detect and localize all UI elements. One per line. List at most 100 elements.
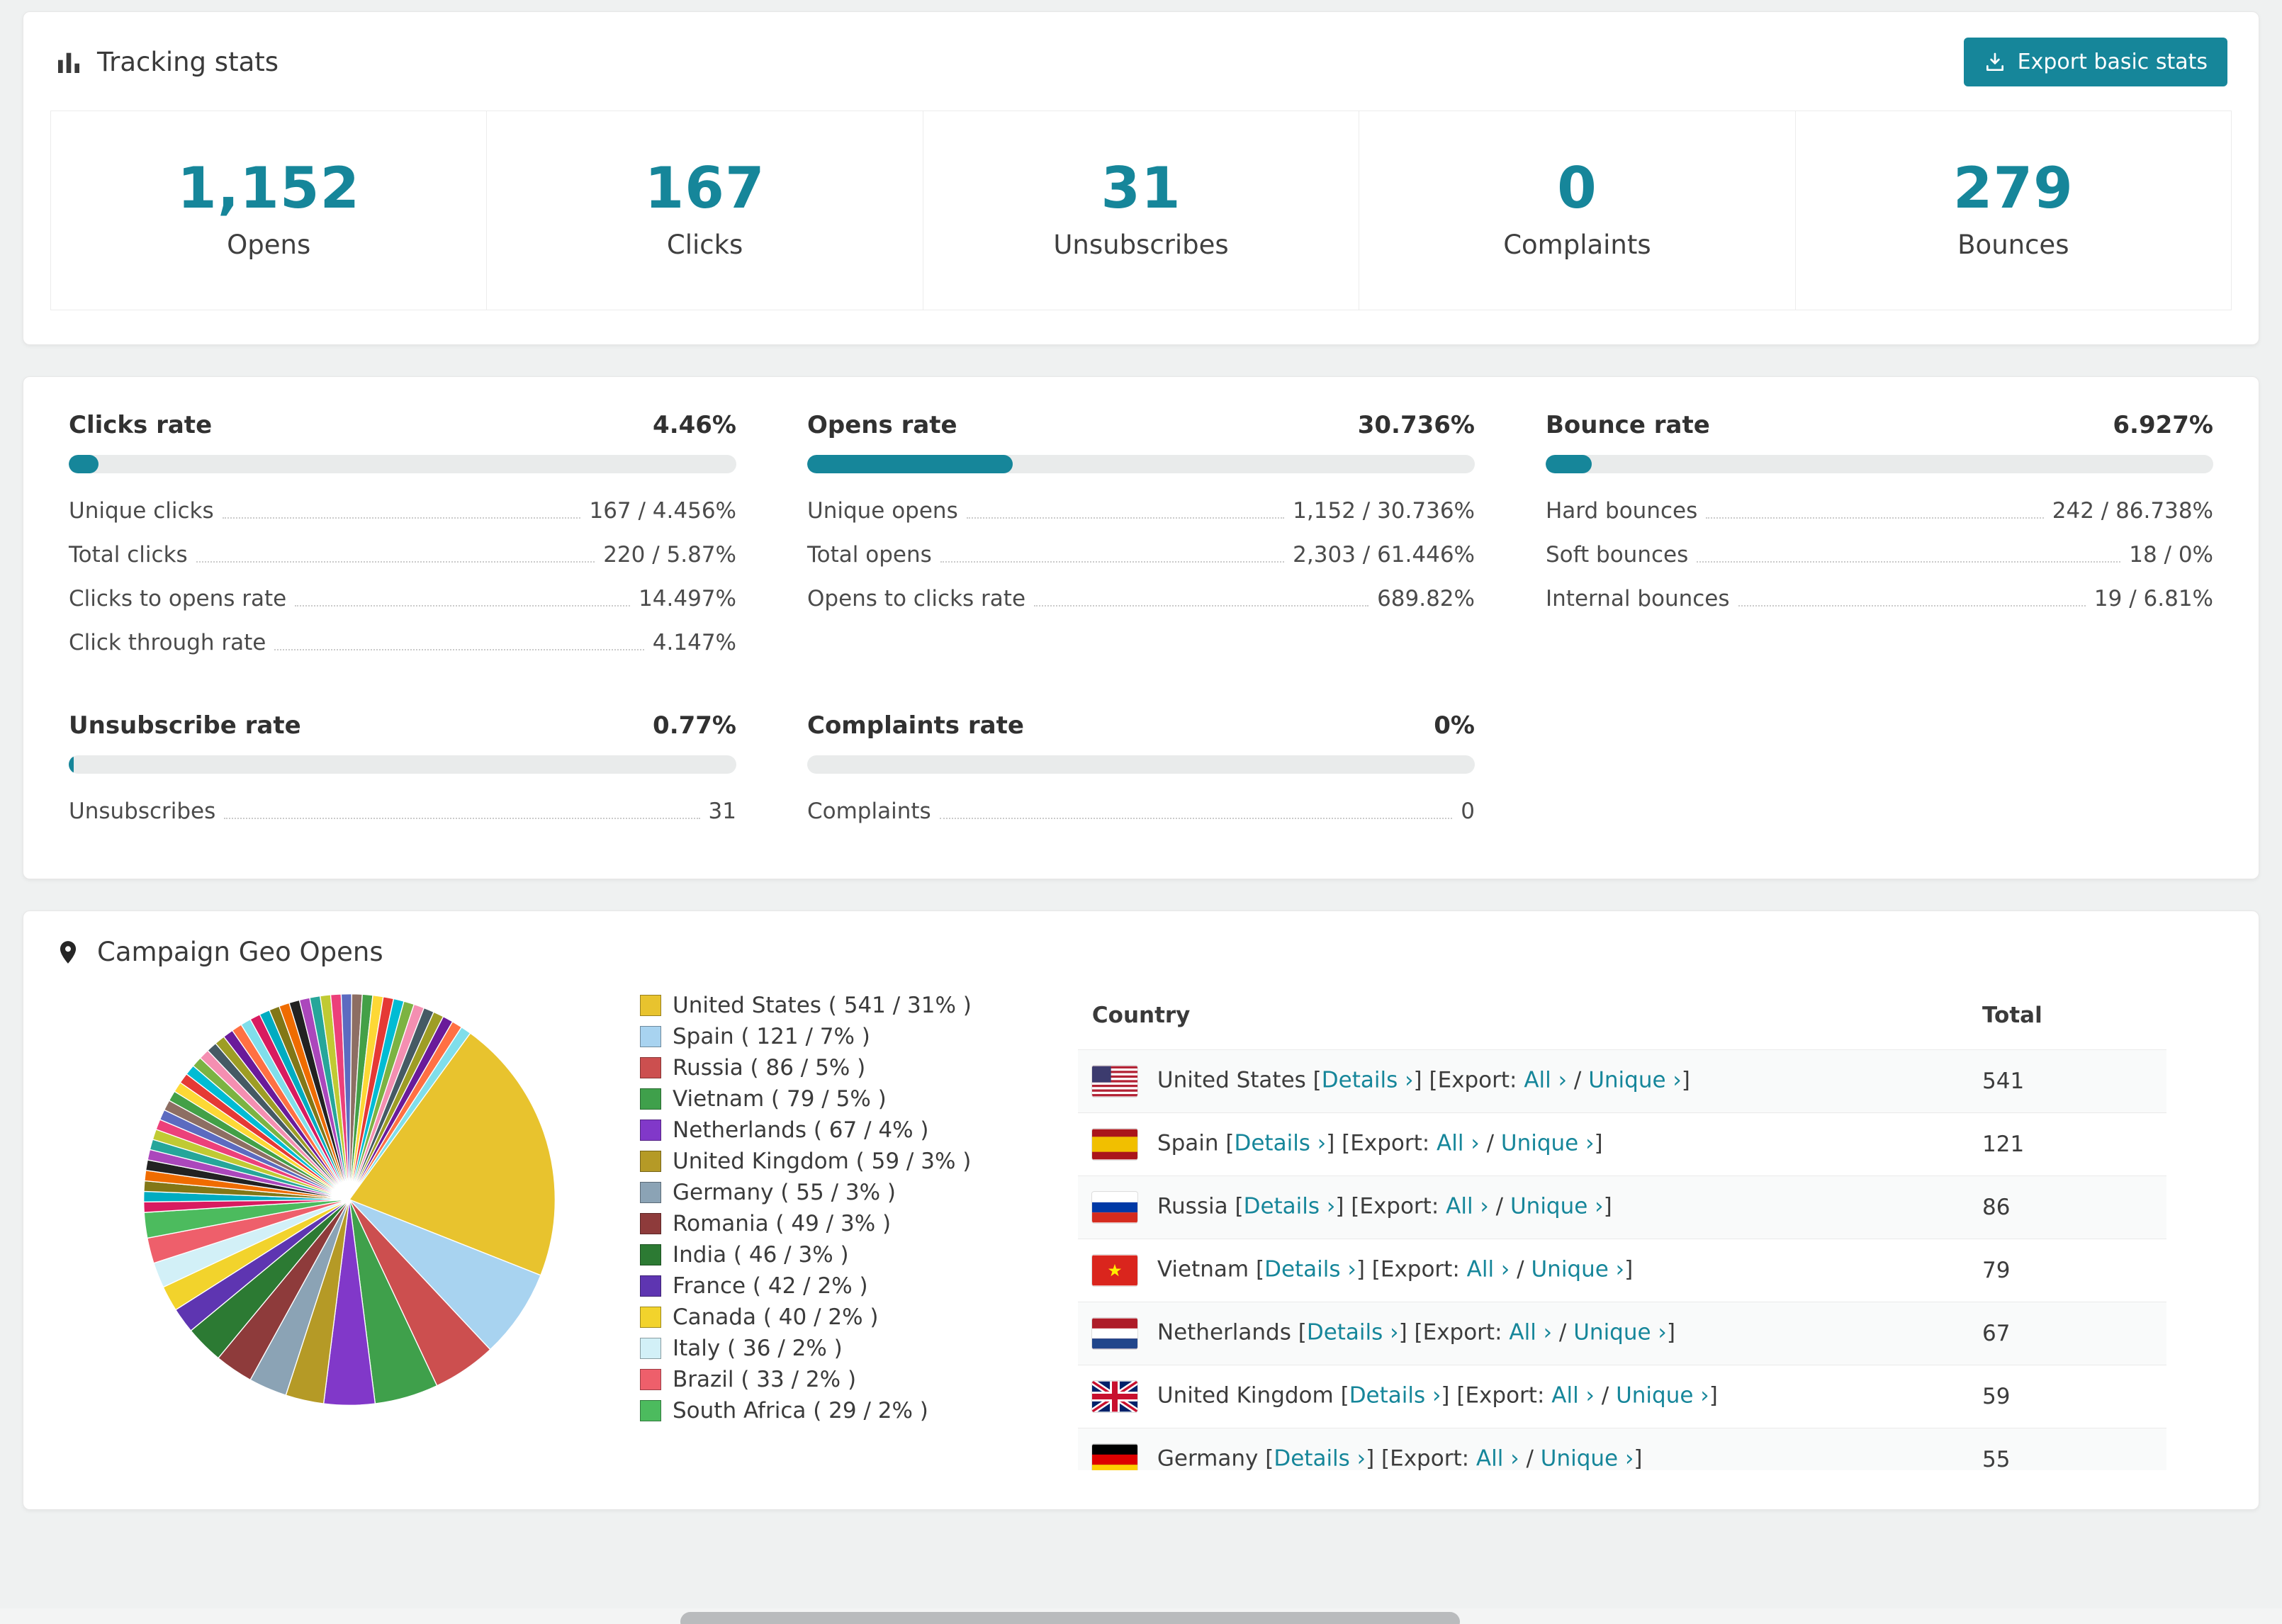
export-icon [1984,51,2006,74]
progress-bar [807,455,1475,473]
legend-item-france[interactable]: France ( 42 / 2% ) [640,1270,972,1302]
export-all-link[interactable]: All › [1509,1320,1552,1346]
rate-row: Complaints 0 [807,789,1475,833]
legend-item-romania[interactable]: Romania ( 49 / 3% ) [640,1208,972,1239]
rate-row-label: Clicks to opens rate [69,586,287,611]
total-cell: 55 [1968,1428,2166,1470]
legend-item-south-africa[interactable]: South Africa ( 29 / 2% ) [640,1395,972,1426]
horizontal-scrollbar-thumb[interactable] [680,1612,1460,1624]
stat-complaints: 0 Complaints [1359,111,1796,310]
details-link[interactable]: Details › [1349,1383,1441,1409]
legend-swatch [640,1026,661,1047]
bracket: [ [1255,1256,1265,1282]
export-unique-link[interactable]: Unique › [1510,1194,1604,1219]
stat-value: 0 [1557,155,1597,221]
rate-row-value: 18 / 0% [2129,542,2213,568]
flag-ru-icon [1091,1192,1137,1223]
details-link[interactable]: Details › [1264,1257,1356,1282]
export-unique-link[interactable]: Unique › [1616,1383,1709,1409]
flag-de-icon [1091,1444,1137,1470]
geo-table-row: Vietnam [Details ›] [Export: All › / Uni… [1077,1239,2166,1302]
export-label: Export: [1422,1319,1510,1346]
separator: / [1488,1193,1510,1219]
bracket: [ [1298,1319,1307,1346]
rate-row-label: Hard bounces [1546,498,1698,524]
export-all-link[interactable]: All › [1446,1194,1489,1219]
geo-table-row: Germany [Details ›] [Export: All › / Uni… [1077,1428,2166,1471]
rate-value: 0.77% [653,711,736,740]
horizontal-scrollbar[interactable] [0,1608,2282,1624]
legend-item-spain[interactable]: Spain ( 121 / 7% ) [640,1021,972,1052]
legend-item-india[interactable]: India ( 46 / 3% ) [640,1239,972,1270]
legend-label: Russia ( 86 / 5% ) [673,1055,866,1081]
total-cell: 79 [1968,1239,2166,1302]
details-link[interactable]: Details › [1234,1131,1326,1156]
legend-item-italy[interactable]: Italy ( 36 / 2% ) [640,1333,972,1364]
dotted-leader [1706,517,2044,519]
total-cell: 541 [1968,1049,2166,1113]
rate-title: Clicks rate [69,411,213,439]
stat-opens: 1,152 Opens [50,111,488,310]
legend-item-germany[interactable]: Germany ( 55 / 3% ) [640,1177,972,1208]
country-cell: United Kingdom [Details ›] [Export: All … [1077,1365,1968,1428]
rate-row: Unsubscribes 31 [69,789,736,833]
rate-row-label: Soft bounces [1546,542,1689,568]
legend-label: Germany ( 55 / 3% ) [673,1180,896,1205]
rate-section-clicks: Clicks rate 4.46% Unique clicks 167 / 4.45… [69,411,736,665]
export-unique-link[interactable]: Unique › [1531,1257,1624,1282]
separator: / [1510,1256,1531,1282]
rate-title: Unsubscribe rate [69,711,301,740]
legend-item-canada[interactable]: Canada ( 40 / 2% ) [640,1302,972,1333]
stat-value: 31 [1101,155,1181,221]
legend-swatch [640,995,661,1016]
bracket: ] [ [1366,1445,1390,1471]
rates-card: Clicks rate 4.46% Unique clicks 167 / 4.45… [23,376,2259,879]
export-label: Export: [1390,1445,1476,1471]
bracket: [ [1265,1445,1274,1471]
country-cell: Netherlands [Details ›] [Export: All › /… [1077,1302,1968,1365]
dotted-leader [274,649,644,650]
total-cell: 121 [1968,1112,2166,1176]
rate-row-value: 242 / 86.738% [2052,498,2213,524]
column-header-country: Country [1091,1003,1191,1028]
legend-item-united-kingdom[interactable]: United Kingdom ( 59 / 3% ) [640,1146,972,1177]
bracket: ] [ [1413,1067,1438,1093]
dotted-leader [224,818,700,819]
export-all-link[interactable]: All › [1524,1068,1567,1093]
details-link[interactable]: Details › [1244,1194,1336,1219]
rate-row-label: Complaints [807,799,931,824]
stat-value: 1,152 [177,155,361,221]
legend-label: France ( 42 / 2% ) [673,1273,868,1299]
bracket: ] [1634,1445,1643,1471]
country-cell: Vietnam [Details ›] [Export: All › / Uni… [1077,1239,1968,1302]
details-link[interactable]: Details › [1274,1446,1366,1471]
export-unique-link[interactable]: Unique › [1573,1320,1667,1346]
export-unique-link[interactable]: Unique › [1501,1131,1595,1156]
rate-row: Opens to clicks rate 689.82% [807,577,1475,621]
legend-item-russia[interactable]: Russia ( 86 / 5% ) [640,1052,972,1083]
legend-swatch [640,1182,661,1203]
rate-row-value: 4.147% [652,630,736,655]
geo-header: Campaign Geo Opens [23,911,2259,977]
country-cell: Russia [Details ›] [Export: All › / Uniq… [1077,1175,1968,1239]
geo-table-row: United Kingdom [Details ›] [Export: All … [1077,1365,2166,1428]
details-link[interactable]: Details › [1322,1068,1414,1093]
export-basic-stats-button[interactable]: Export basic stats [1963,38,2227,86]
dotted-leader [295,605,631,607]
details-link[interactable]: Details › [1307,1320,1399,1346]
bracket: ] [1709,1382,1718,1409]
flag-es-icon [1091,1129,1137,1160]
export-all-link[interactable]: All › [1476,1446,1519,1471]
export-unique-link[interactable]: Unique › [1588,1068,1682,1093]
legend-item-netherlands[interactable]: Netherlands ( 67 / 4% ) [640,1115,972,1146]
export-all-link[interactable]: All › [1551,1383,1595,1409]
pie-legend: United States ( 541 / 31% ) Spain ( 121 /… [640,990,972,1470]
tracking-stats-header: Tracking stats Export basic stats [23,12,2259,105]
legend-item-brazil[interactable]: Brazil ( 33 / 2% ) [640,1364,972,1395]
export-all-link[interactable]: All › [1437,1131,1480,1156]
legend-item-united-states[interactable]: United States ( 541 / 31% ) [640,990,972,1021]
progress-bar [69,455,736,473]
export-all-link[interactable]: All › [1467,1257,1510,1282]
export-unique-link[interactable]: Unique › [1541,1446,1634,1471]
legend-item-vietnam[interactable]: Vietnam ( 79 / 5% ) [640,1083,972,1115]
